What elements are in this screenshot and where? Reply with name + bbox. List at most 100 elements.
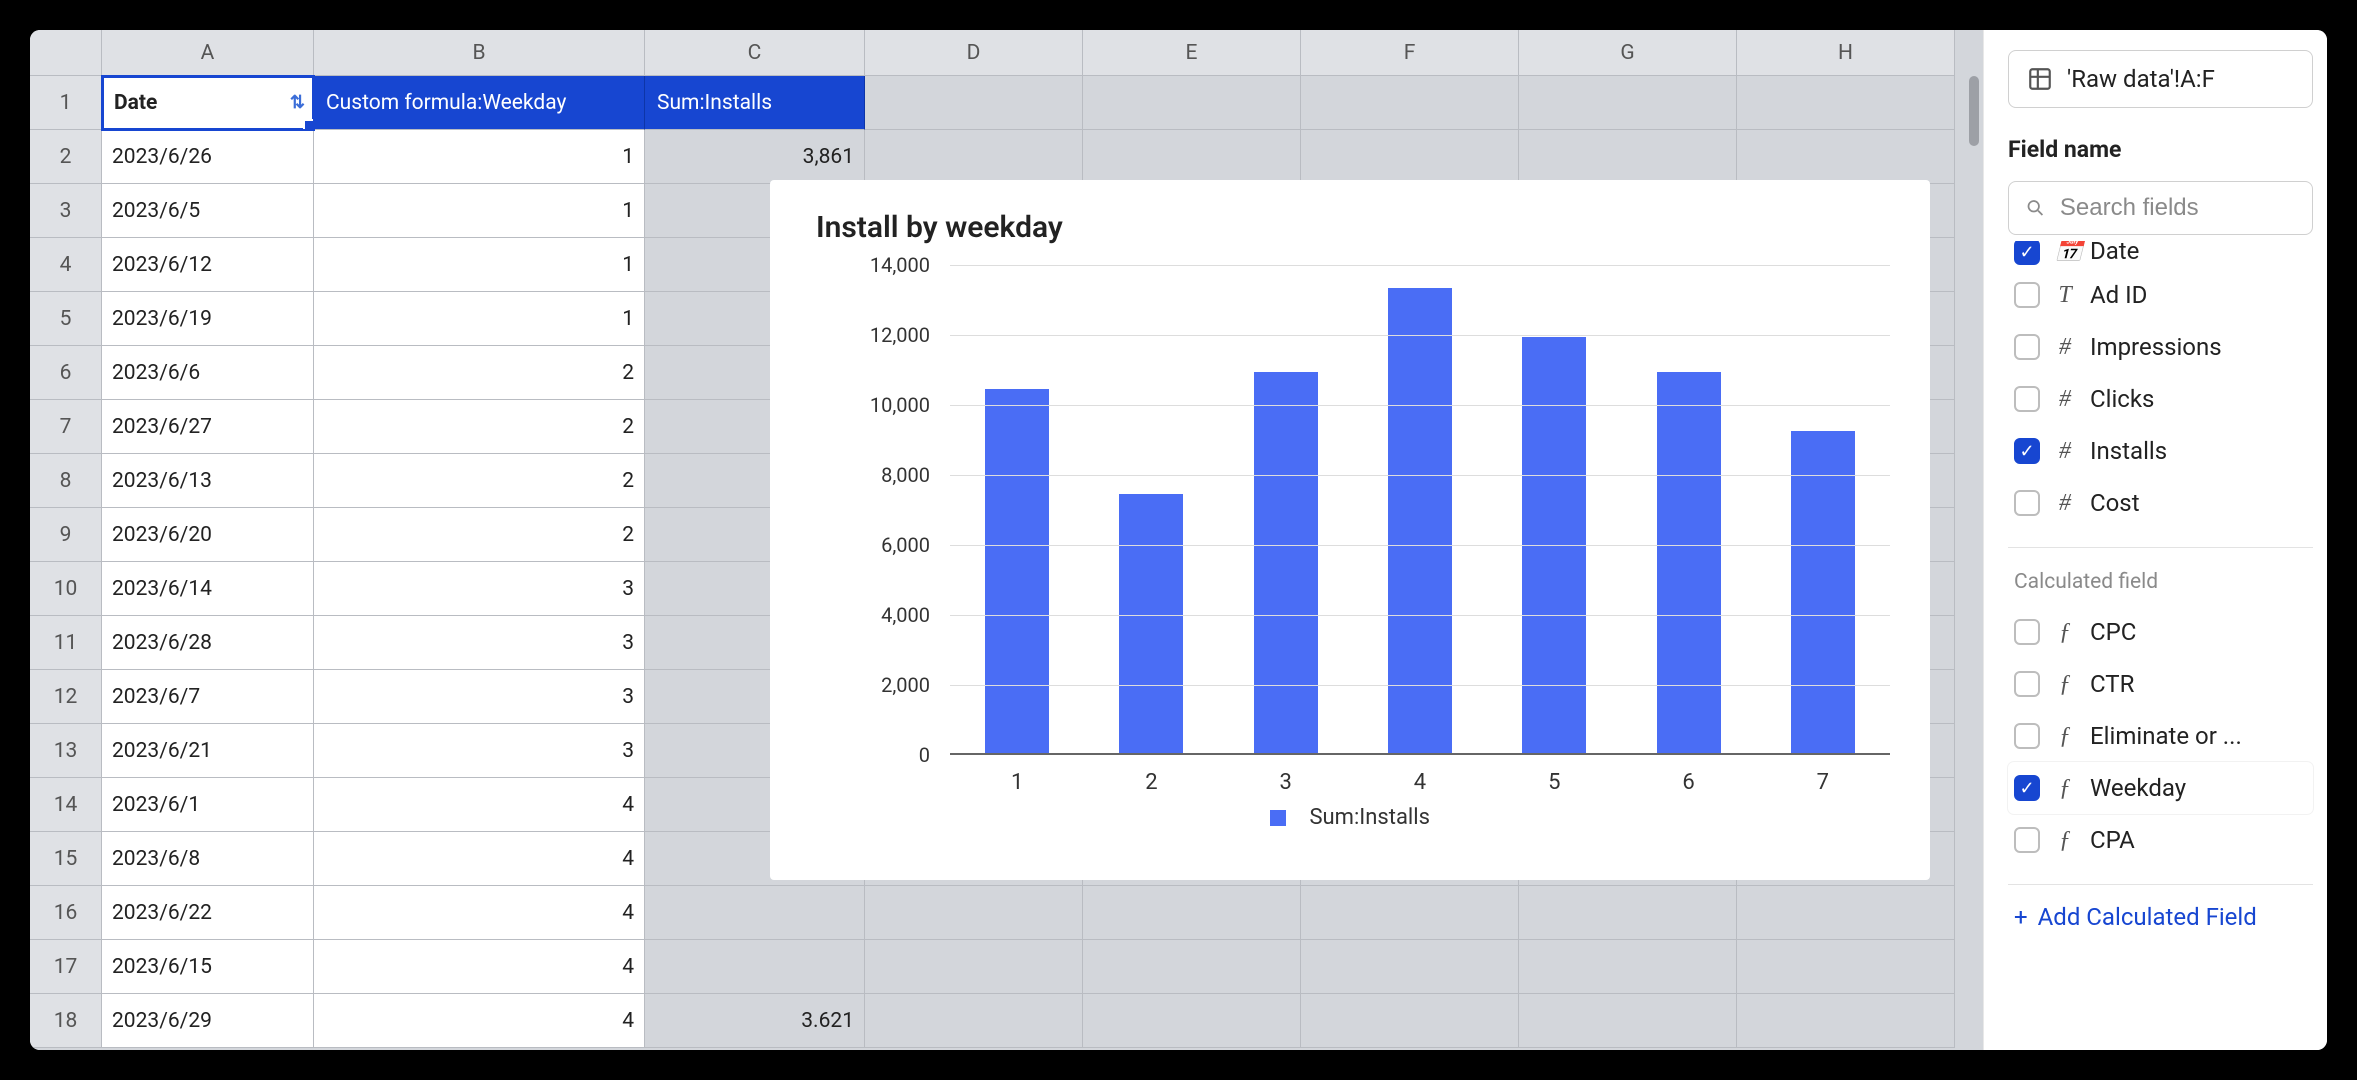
column-header[interactable]: A	[102, 30, 314, 76]
empty-cell[interactable]	[1083, 886, 1301, 940]
empty-cell[interactable]	[1737, 76, 1955, 130]
field-checkbox[interactable]: ✓	[2014, 775, 2040, 801]
header-cell-date[interactable]: Date⇅	[102, 76, 314, 130]
row-header[interactable]: 3	[30, 184, 102, 238]
empty-cell[interactable]	[1301, 886, 1519, 940]
chart-bar[interactable]	[1791, 431, 1855, 753]
data-range-chip[interactable]: 'Raw data'!A:F	[2008, 50, 2313, 108]
spreadsheet-area[interactable]: ABCDEFGH1Date⇅Custom formula:WeekdaySum:…	[30, 30, 1983, 1050]
cell-date[interactable]: 2023/6/6	[102, 346, 314, 400]
empty-cell[interactable]	[1301, 994, 1519, 1048]
empty-cell[interactable]	[865, 940, 1083, 994]
field-checkbox[interactable]	[2014, 334, 2040, 360]
cell-date[interactable]: 2023/6/13	[102, 454, 314, 508]
header-cell-weekday[interactable]: Custom formula:Weekday	[314, 76, 645, 130]
cell-weekday[interactable]: 3	[314, 562, 645, 616]
empty-cell[interactable]	[1737, 130, 1955, 184]
cell-sum[interactable]: 3,861	[645, 130, 865, 184]
empty-cell[interactable]	[1737, 886, 1955, 940]
row-header[interactable]: 9	[30, 508, 102, 562]
add-calculated-field-button[interactable]: + Add Calculated Field	[2008, 885, 2313, 949]
calculated-field-row[interactable]: ✓ƒWeekday	[2008, 762, 2313, 814]
row-header[interactable]: 17	[30, 940, 102, 994]
calculated-field-row[interactable]: ƒCPC	[2008, 606, 2313, 658]
column-header[interactable]: B	[314, 30, 645, 76]
empty-cell[interactable]	[1301, 940, 1519, 994]
cell-weekday[interactable]: 1	[314, 130, 645, 184]
field-checkbox[interactable]: ✓	[2014, 241, 2040, 265]
empty-cell[interactable]	[1083, 130, 1301, 184]
empty-cell[interactable]	[1301, 76, 1519, 130]
row-header[interactable]: 4	[30, 238, 102, 292]
row-header[interactable]: 18	[30, 994, 102, 1048]
field-row[interactable]: TAd ID	[2008, 269, 2313, 321]
empty-cell[interactable]	[1519, 76, 1737, 130]
cell-date[interactable]: 2023/6/1	[102, 778, 314, 832]
cell-weekday[interactable]: 3	[314, 670, 645, 724]
empty-cell[interactable]	[1519, 994, 1737, 1048]
cell-date[interactable]: 2023/6/28	[102, 616, 314, 670]
empty-cell[interactable]	[1083, 994, 1301, 1048]
chart-bar[interactable]	[1388, 288, 1452, 754]
row-header[interactable]: 14	[30, 778, 102, 832]
column-header[interactable]: E	[1083, 30, 1301, 76]
cell-weekday[interactable]: 4	[314, 886, 645, 940]
row-header[interactable]: 16	[30, 886, 102, 940]
empty-cell[interactable]	[865, 130, 1083, 184]
cell-weekday[interactable]: 4	[314, 832, 645, 886]
field-row[interactable]: #Cost	[2008, 477, 2313, 529]
cell-date[interactable]: 2023/6/19	[102, 292, 314, 346]
chart-bar[interactable]	[1119, 494, 1183, 753]
cell-weekday[interactable]: 2	[314, 454, 645, 508]
chart-bar[interactable]	[1657, 372, 1721, 754]
empty-cell[interactable]	[1519, 940, 1737, 994]
cell-date[interactable]: 2023/6/27	[102, 400, 314, 454]
field-row[interactable]: #Clicks	[2008, 373, 2313, 425]
column-header[interactable]: D	[865, 30, 1083, 76]
field-checkbox[interactable]	[2014, 619, 2040, 645]
empty-cell[interactable]	[1519, 130, 1737, 184]
cell-date[interactable]: 2023/6/20	[102, 508, 314, 562]
field-checkbox[interactable]	[2014, 386, 2040, 412]
empty-cell[interactable]	[1301, 130, 1519, 184]
field-row[interactable]: ✓#Installs	[2008, 425, 2313, 477]
row-header[interactable]: 8	[30, 454, 102, 508]
cell-weekday[interactable]: 2	[314, 400, 645, 454]
field-row[interactable]: #Impressions	[2008, 321, 2313, 373]
cell-weekday[interactable]: 4	[314, 778, 645, 832]
cell-weekday[interactable]: 2	[314, 346, 645, 400]
cell-weekday[interactable]: 4	[314, 994, 645, 1048]
cell-date[interactable]: 2023/6/14	[102, 562, 314, 616]
cell-sum[interactable]	[645, 886, 865, 940]
empty-cell[interactable]	[1083, 940, 1301, 994]
calculated-field-row[interactable]: ƒCPA	[2008, 814, 2313, 866]
header-cell-sum-installs[interactable]: Sum:Installs	[645, 76, 865, 130]
cell-sum[interactable]	[645, 940, 865, 994]
column-header[interactable]: G	[1519, 30, 1737, 76]
search-fields-input[interactable]	[2060, 194, 2296, 222]
row-header[interactable]: 10	[30, 562, 102, 616]
field-checkbox[interactable]	[2014, 671, 2040, 697]
cell-date[interactable]: 2023/6/26	[102, 130, 314, 184]
cell-date[interactable]: 2023/6/8	[102, 832, 314, 886]
cell-date[interactable]: 2023/6/15	[102, 940, 314, 994]
chart-bar[interactable]	[985, 389, 1049, 753]
search-fields-box[interactable]	[2008, 181, 2313, 235]
field-checkbox[interactable]: ✓	[2014, 438, 2040, 464]
cell-weekday[interactable]: 4	[314, 940, 645, 994]
cell-date[interactable]: 2023/6/21	[102, 724, 314, 778]
cell-weekday[interactable]: 3	[314, 724, 645, 778]
cell-date[interactable]: 2023/6/12	[102, 238, 314, 292]
row-header[interactable]: 11	[30, 616, 102, 670]
cell-sum[interactable]: 3.621	[645, 994, 865, 1048]
empty-cell[interactable]	[1083, 76, 1301, 130]
row-header[interactable]: 12	[30, 670, 102, 724]
row-header[interactable]: 1	[30, 76, 102, 130]
empty-cell[interactable]	[865, 76, 1083, 130]
empty-cell[interactable]	[1737, 994, 1955, 1048]
column-header[interactable]: F	[1301, 30, 1519, 76]
field-checkbox[interactable]	[2014, 282, 2040, 308]
empty-cell[interactable]	[865, 886, 1083, 940]
cell-weekday[interactable]: 1	[314, 292, 645, 346]
empty-cell[interactable]	[865, 994, 1083, 1048]
